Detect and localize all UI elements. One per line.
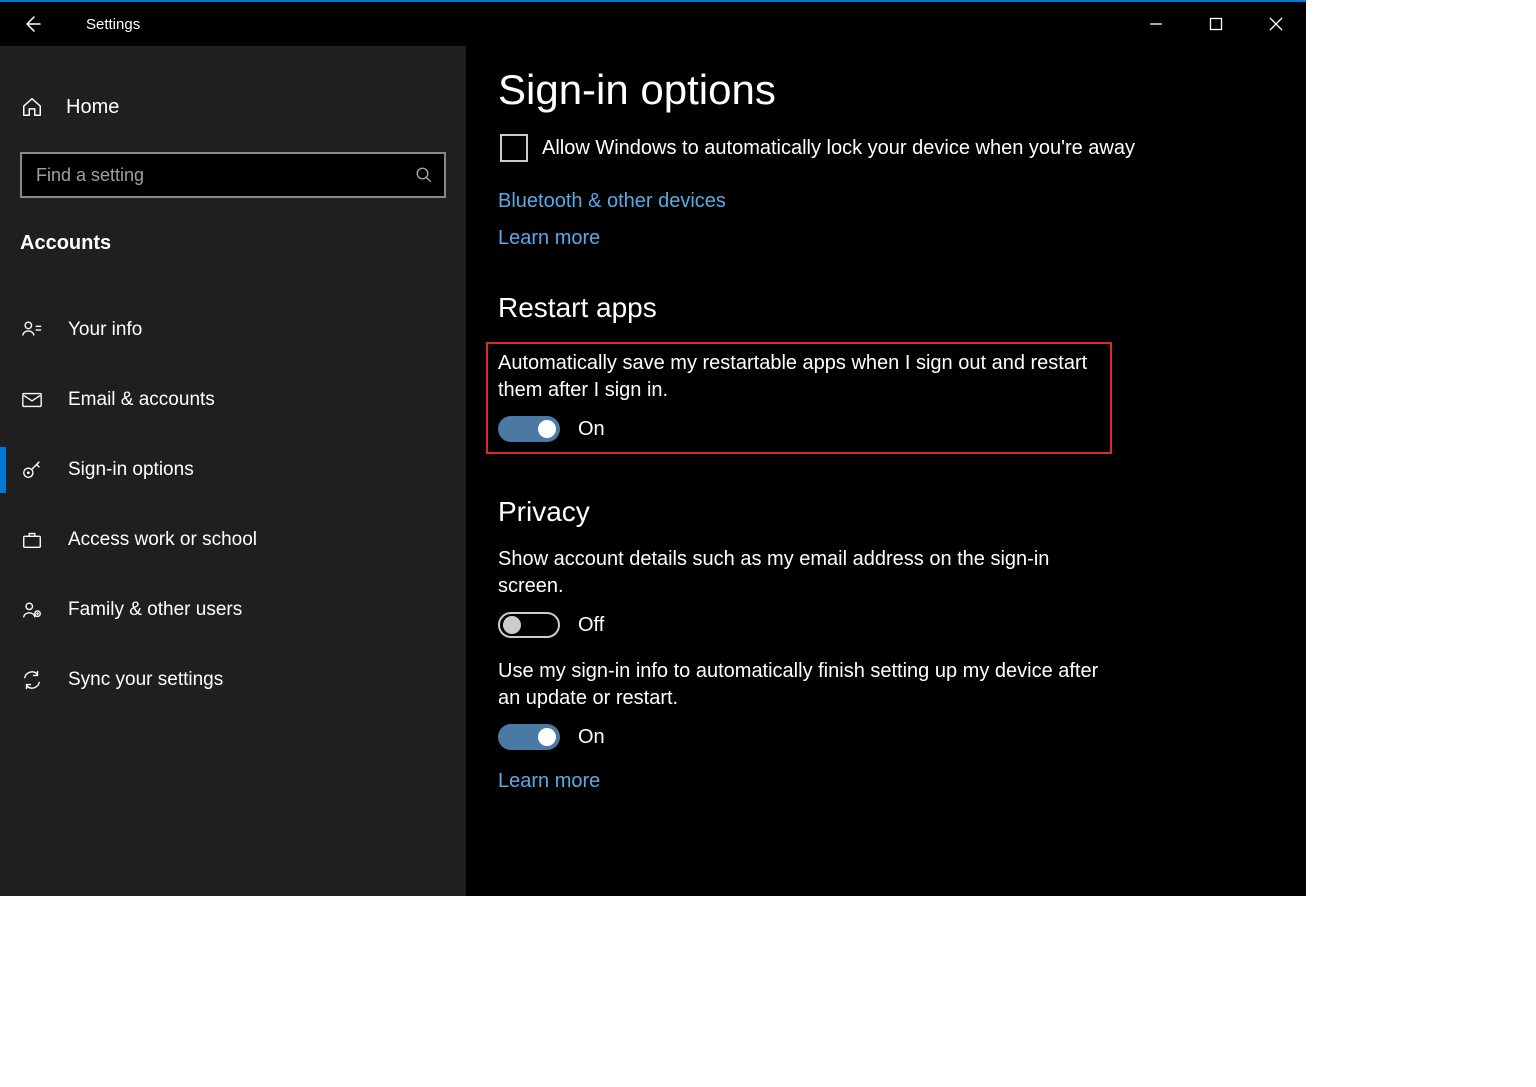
search-input[interactable] bbox=[22, 165, 404, 186]
sidebar-item-label: Sign-in options bbox=[68, 459, 194, 481]
titlebar: Settings bbox=[0, 2, 1306, 46]
restart-apps-desc: Automatically save my restartable apps w… bbox=[498, 350, 1100, 404]
restart-apps-toggle-state: On bbox=[578, 418, 605, 441]
sidebar-item-email-accounts[interactable]: Email & accounts bbox=[0, 365, 466, 435]
close-icon bbox=[1269, 17, 1283, 31]
show-details-toggle-row: Off bbox=[498, 612, 1118, 638]
back-arrow-icon bbox=[22, 14, 42, 34]
finish-setup-toggle-state: On bbox=[578, 726, 605, 749]
user-icon bbox=[20, 318, 44, 342]
restart-apps-toggle-row: On bbox=[498, 416, 1100, 442]
home-icon bbox=[20, 95, 44, 119]
sidebar: Home Accounts Your info bbox=[0, 46, 466, 896]
home-label: Home bbox=[66, 96, 119, 119]
learn-more-link[interactable]: Learn more bbox=[498, 227, 1306, 250]
search-icon bbox=[404, 166, 444, 184]
sidebar-item-label: Family & other users bbox=[68, 599, 242, 621]
sidebar-item-label: Sync your settings bbox=[68, 669, 223, 691]
sync-icon bbox=[20, 668, 44, 692]
bluetooth-link[interactable]: Bluetooth & other devices bbox=[498, 190, 1306, 213]
privacy-learn-more-link[interactable]: Learn more bbox=[498, 770, 1306, 793]
search-container bbox=[20, 152, 446, 198]
window-title: Settings bbox=[86, 16, 140, 33]
auto-lock-label: Allow Windows to automatically lock your… bbox=[542, 137, 1135, 160]
sidebar-item-sync-settings[interactable]: Sync your settings bbox=[0, 645, 466, 715]
back-button[interactable] bbox=[0, 2, 64, 46]
home-button[interactable]: Home bbox=[0, 80, 466, 134]
show-details-desc: Show account details such as my email ad… bbox=[498, 546, 1118, 600]
privacy-heading: Privacy bbox=[498, 496, 1306, 528]
mail-icon bbox=[20, 388, 44, 412]
restart-apps-highlight: Automatically save my restartable apps w… bbox=[486, 342, 1112, 454]
auto-lock-setting: Allow Windows to automatically lock your… bbox=[498, 134, 1306, 162]
show-details-toggle[interactable] bbox=[498, 612, 560, 638]
finish-setup-desc: Use my sign-in info to automatically fin… bbox=[498, 658, 1118, 712]
finish-setup-setting: Use my sign-in info to automatically fin… bbox=[498, 658, 1118, 750]
main-content: Sign-in options Allow Windows to automat… bbox=[466, 46, 1306, 896]
show-details-toggle-state: Off bbox=[578, 614, 604, 637]
restart-apps-toggle[interactable] bbox=[498, 416, 560, 442]
sidebar-item-your-info[interactable]: Your info bbox=[0, 295, 466, 365]
page-title: Sign-in options bbox=[498, 66, 1306, 114]
key-icon bbox=[20, 458, 44, 482]
sidebar-item-sign-in-options[interactable]: Sign-in options bbox=[0, 435, 466, 505]
sidebar-item-family-users[interactable]: Family & other users bbox=[0, 575, 466, 645]
minimize-button[interactable] bbox=[1126, 4, 1186, 44]
finish-setup-toggle[interactable] bbox=[498, 724, 560, 750]
show-details-setting: Show account details such as my email ad… bbox=[498, 546, 1118, 638]
window-controls bbox=[1126, 4, 1306, 44]
auto-lock-checkbox[interactable] bbox=[500, 134, 528, 162]
sidebar-item-work-school[interactable]: Access work or school bbox=[0, 505, 466, 575]
sidebar-item-label: Email & accounts bbox=[68, 389, 215, 411]
restart-apps-setting: Automatically save my restartable apps w… bbox=[498, 350, 1100, 442]
people-icon bbox=[20, 598, 44, 622]
restart-apps-heading: Restart apps bbox=[498, 292, 1306, 324]
sidebar-item-label: Access work or school bbox=[68, 529, 257, 551]
finish-setup-toggle-row: On bbox=[498, 724, 1118, 750]
search-box[interactable] bbox=[20, 152, 446, 198]
close-button[interactable] bbox=[1246, 4, 1306, 44]
sidebar-item-label: Your info bbox=[68, 319, 142, 341]
maximize-button[interactable] bbox=[1186, 4, 1246, 44]
minimize-icon bbox=[1149, 17, 1163, 31]
maximize-icon bbox=[1209, 17, 1223, 31]
settings-window: Settings bbox=[0, 0, 1306, 896]
briefcase-icon bbox=[20, 528, 44, 552]
sidebar-nav: Your info Email & accounts Sign-in optio… bbox=[0, 295, 466, 715]
sidebar-section-heading: Accounts bbox=[0, 198, 466, 265]
